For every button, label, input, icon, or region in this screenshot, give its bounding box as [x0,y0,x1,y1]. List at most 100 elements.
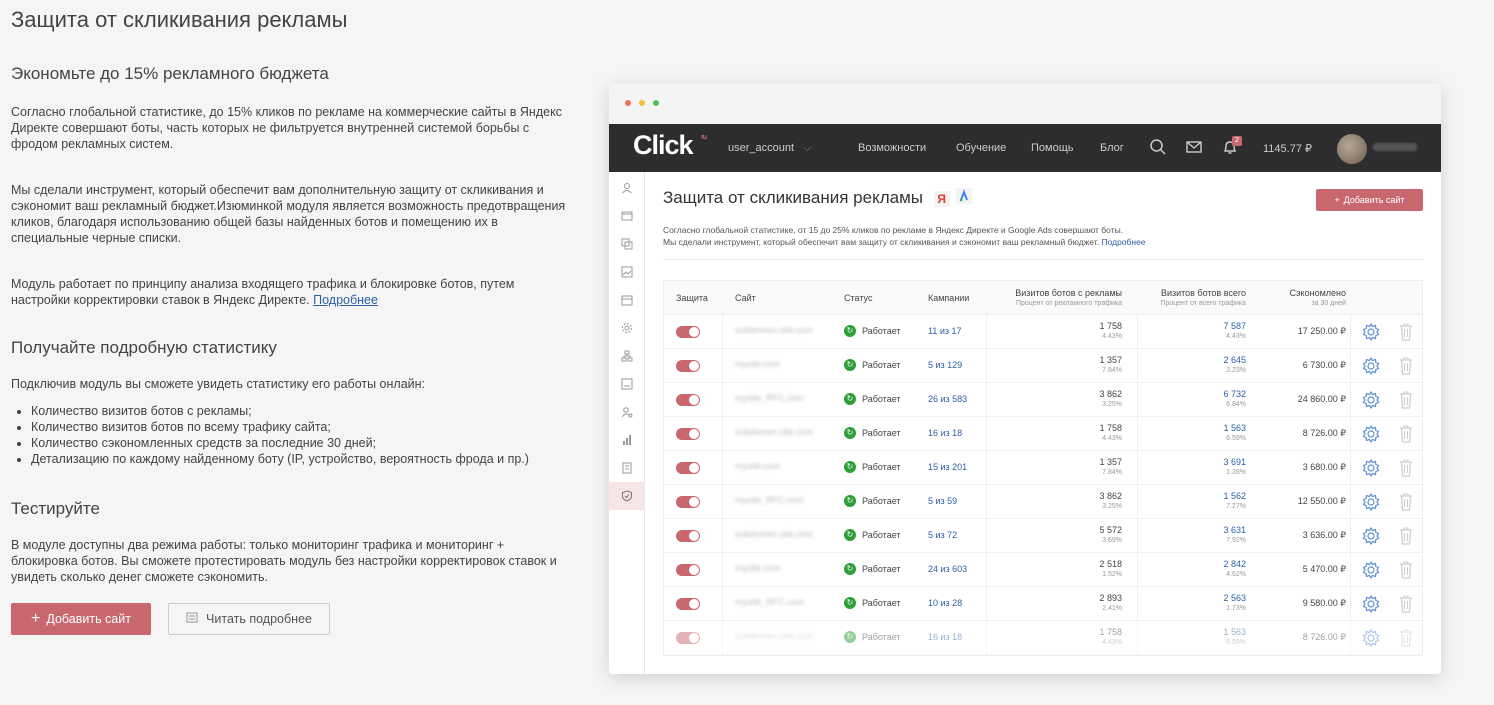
campaigns-link[interactable]: 5 из 59 [928,496,957,506]
table-row: subdomen.site.com ↻ Работает 5 из 72 5 572 3.… [664,519,1422,553]
campaigns-link[interactable]: 10 из 28 [928,598,962,608]
campaigns-link[interactable]: 5 из 72 [928,530,957,540]
read-more-button[interactable]: Читать подробнее [168,603,330,635]
gear-icon[interactable] [1361,390,1381,410]
sidebar-item-stats[interactable] [609,426,645,454]
protection-toggle[interactable] [676,530,700,542]
protection-toggle[interactable] [676,428,700,440]
bots-all-cell: 1 563 6.59% [1223,627,1246,646]
site-name[interactable]: mysite.com [735,563,781,573]
bots-all-link[interactable]: 2 645 [1223,355,1246,365]
trash-icon[interactable] [1399,628,1413,648]
campaigns-link[interactable]: 26 из 583 [928,394,967,404]
sidebar-item-structure[interactable] [609,342,645,370]
gear-icon[interactable] [1361,492,1381,512]
site-name[interactable]: subdomen.site.com [735,325,813,335]
bots-all-cell: 7 587 4.43% [1223,321,1246,340]
trash-icon[interactable] [1399,560,1413,580]
bots-all-link[interactable]: 2 842 [1223,559,1246,569]
gear-icon[interactable] [1361,458,1381,478]
bots-all-link[interactable]: 3 691 [1223,457,1246,467]
bots-all-link[interactable]: 3 631 [1223,525,1246,535]
gear-icon[interactable] [1361,526,1381,546]
avatar[interactable] [1337,134,1367,164]
site-name[interactable]: mysite_RFC.com [735,393,804,403]
sidebar-item-settings[interactable] [609,314,645,342]
nav-help[interactable]: Помощь [1031,142,1074,154]
gear-icon[interactable] [1361,322,1381,342]
saved-value: 12 550.00 ₽ [1297,496,1346,506]
protection-toggle[interactable] [676,462,700,474]
protection-toggle[interactable] [676,632,700,644]
trash-icon[interactable] [1399,526,1413,546]
protection-toggle[interactable] [676,564,700,576]
bots-all-link[interactable]: 1 563 [1223,423,1246,433]
protection-toggle[interactable] [676,326,700,338]
site-name[interactable]: mysite_RFC.com [735,495,804,505]
sidebar-item-gallery[interactable] [609,370,645,398]
trash-icon[interactable] [1399,492,1413,512]
campaigns-link[interactable]: 24 из 603 [928,564,967,574]
column-divider [722,587,723,620]
account-selector[interactable]: user_account ⌵ [728,142,811,155]
site-name[interactable]: subdomen.site.com [735,529,813,539]
bots-all-link[interactable]: 2 563 [1223,593,1246,603]
site-name[interactable]: mysite_RFC.com [735,597,804,607]
sidebar-item-click-protection[interactable] [609,482,645,510]
more-link[interactable]: Подробнее [313,293,378,307]
sidebar-item-documents[interactable] [609,454,645,482]
bots-ads-cell: 1 357 7.84% [1099,355,1122,374]
protection-toggle[interactable] [676,360,700,372]
add-site-button[interactable]: + Добавить сайт [11,603,151,635]
status-ok-icon: ↻ [844,393,856,405]
campaigns-link[interactable]: 16 из 18 [928,632,962,642]
site-name[interactable]: mysite.com [735,461,781,471]
nav-blog[interactable]: Блог [1100,142,1124,154]
trash-icon[interactable] [1399,424,1413,444]
logo[interactable]: Click ru [633,130,707,161]
trash-icon[interactable] [1399,390,1413,410]
status: ↻ Работает [844,631,901,643]
bots-all-cell: 2 842 4.62% [1223,559,1246,578]
bots-all-link[interactable]: 1 562 [1223,491,1246,501]
trash-icon[interactable] [1399,458,1413,478]
gear-icon[interactable] [1361,356,1381,376]
sidebar-item-copy[interactable] [609,230,645,258]
campaigns-link[interactable]: 11 из 17 [928,326,962,336]
more-link[interactable]: Подробнее [1101,237,1145,247]
gear-icon[interactable] [1361,594,1381,614]
protection-toggle[interactable] [676,496,700,508]
protection-toggle[interactable] [676,598,700,610]
nav-features[interactable]: Возможности [858,142,926,154]
protection-toggle[interactable] [676,394,700,406]
search-icon[interactable] [1149,138,1167,156]
sidebar-item-calendar[interactable] [609,286,645,314]
trash-icon[interactable] [1399,322,1413,342]
campaigns-link[interactable]: 15 из 201 [928,462,967,472]
campaigns-link[interactable]: 16 из 18 [928,428,962,438]
site-name[interactable]: subdomen.site.com [735,631,813,641]
bots-all-link[interactable]: 1 563 [1223,627,1246,637]
trash-icon[interactable] [1399,356,1413,376]
bots-all-link[interactable]: 7 587 [1223,321,1246,331]
sidebar-item-users[interactable] [609,398,645,426]
column-divider [1137,451,1138,484]
trash-icon[interactable] [1399,594,1413,614]
campaigns-link[interactable]: 5 из 129 [928,360,962,370]
sidebar-item-profile[interactable] [609,174,645,202]
mock-add-site-button[interactable]: + Добавить сайт [1316,189,1423,211]
sidebar-item-window[interactable] [609,202,645,230]
sidebar-item-image[interactable] [609,258,645,286]
site-name[interactable]: mysite.com [735,359,781,369]
gear-icon[interactable] [1361,628,1381,648]
site-name[interactable]: subdomen.site.com [735,427,813,437]
button-label: Добавить сайт [46,612,131,626]
gear-icon[interactable] [1361,560,1381,580]
column-divider [1137,417,1138,450]
bots-all-link[interactable]: 6 732 [1223,389,1246,399]
nav-learning[interactable]: Обучение [956,142,1006,154]
gear-icon[interactable] [1361,424,1381,444]
button-label: Читать подробнее [206,612,312,626]
action-buttons: + Добавить сайт Читать подробнее [11,603,571,635]
mail-icon[interactable] [1185,138,1203,156]
